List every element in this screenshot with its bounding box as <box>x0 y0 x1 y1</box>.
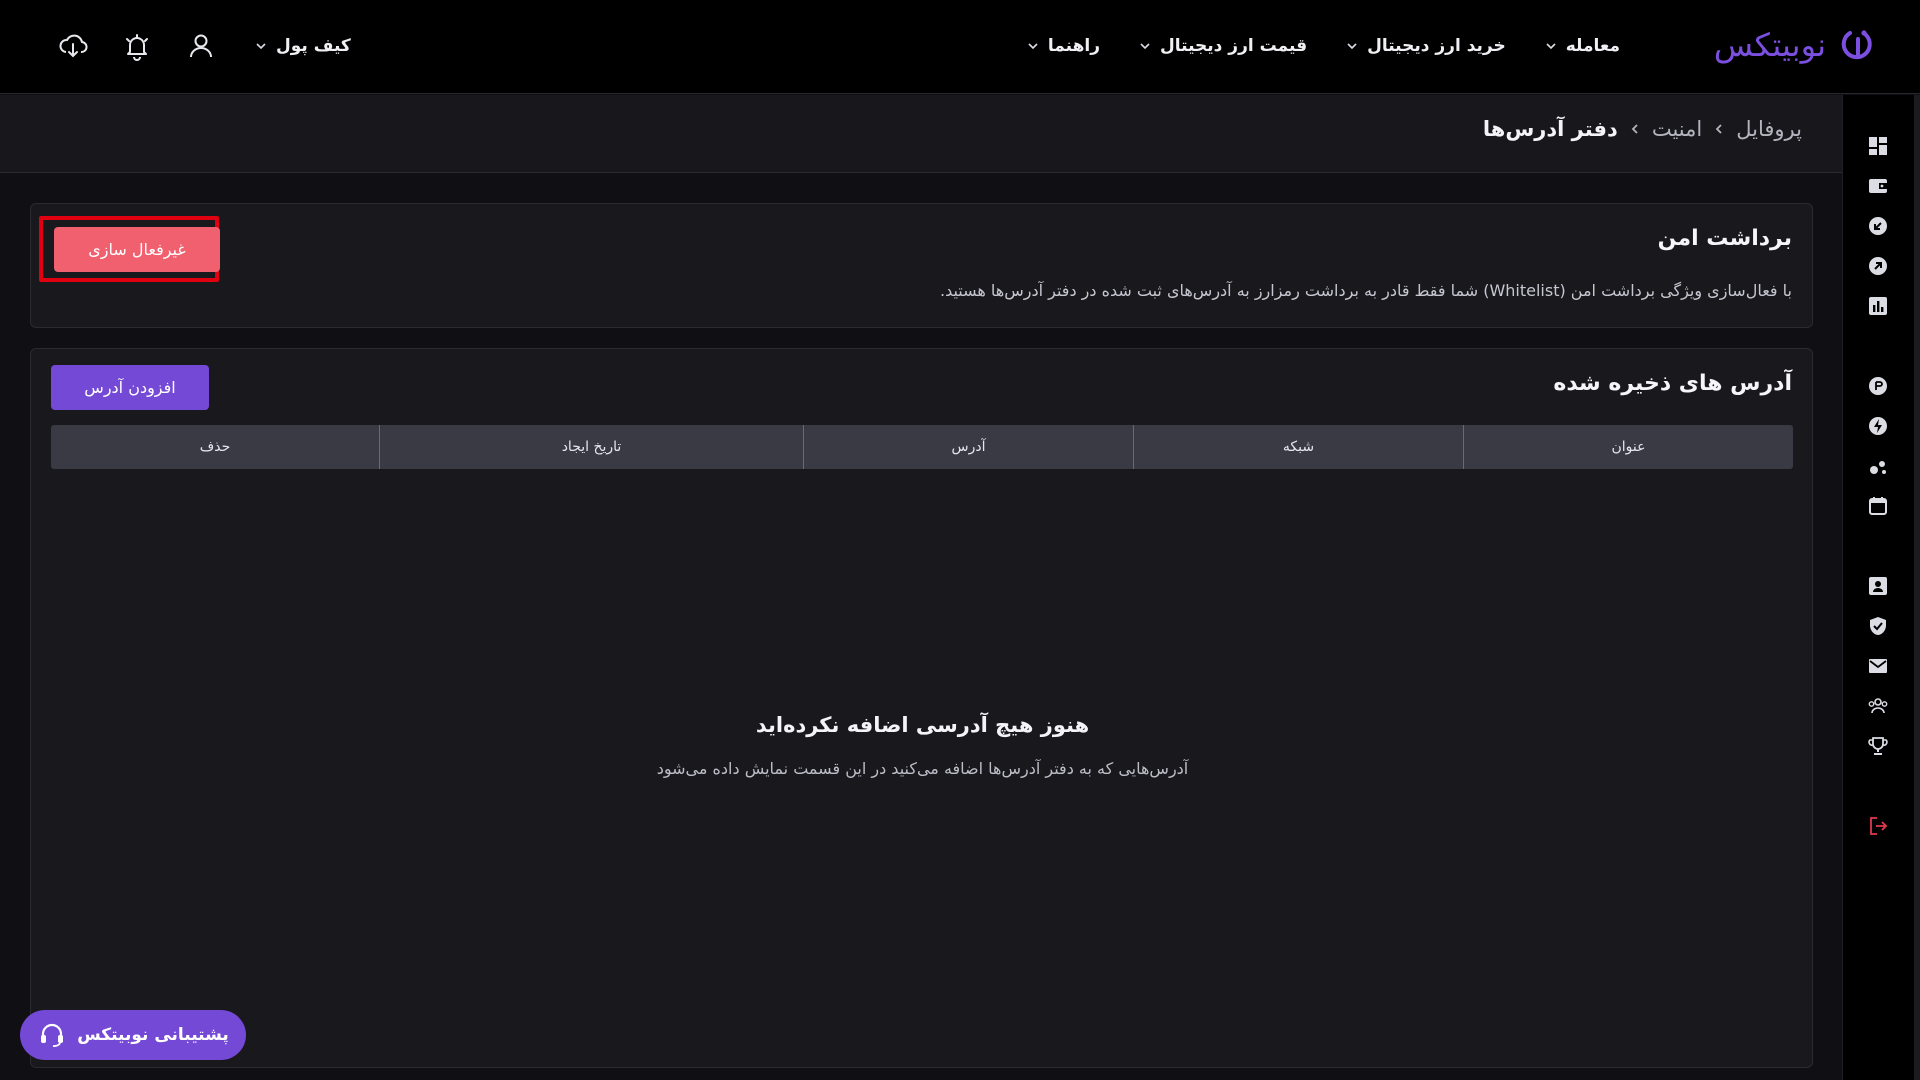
chart-icon <box>1869 297 1887 315</box>
main-nav: معامله خرید ارز دیجیتال قیمت ارز دیجیتال… <box>1026 28 1620 64</box>
nav-guide[interactable]: راهنما <box>1026 36 1100 56</box>
calendar-icon <box>1869 497 1887 515</box>
support-label: پشتیبانی نوبیتکس <box>77 1025 229 1045</box>
nobitex-logo-icon <box>1841 30 1872 60</box>
staking-icon <box>1870 461 1886 474</box>
chevron-down-icon <box>1028 43 1038 50</box>
users-group-icon <box>1868 698 1888 714</box>
sidebar-item-deposit[interactable] <box>1865 213 1891 239</box>
breadcrumb-profile[interactable]: پروفایل <box>1736 117 1802 141</box>
wallet-label: کیف پول <box>276 36 351 56</box>
deactivate-button[interactable]: غیرفعال سازی <box>54 227 220 272</box>
dashboard-icon <box>1869 137 1887 155</box>
saved-addresses-card: آدرس های ذخیره شده افزودن آدرس عنوان شبک… <box>30 348 1813 1068</box>
sidebar-item-messages[interactable] <box>1865 653 1891 679</box>
wallet-icon <box>1869 179 1887 193</box>
sidebar-scrollbar[interactable] <box>1914 95 1920 1080</box>
secure-withdraw-description: با فعال‌سازی ویژگی برداشت امن (Whitelist… <box>939 281 1792 300</box>
chevron-down-icon <box>1347 43 1357 50</box>
nav-guide-label: راهنما <box>1047 36 1100 56</box>
empty-state-subtitle: آدرس‌هایی که به دفتر آدرس‌ها اضافه می‌کن… <box>656 759 1189 778</box>
user-icon <box>190 34 212 58</box>
logout-icon <box>1870 817 1888 835</box>
breadcrumb-address-book: دفتر آدرس‌ها <box>1482 117 1618 141</box>
deactivate-highlight-frame: غیرفعال سازی <box>39 216 220 282</box>
chevron-left-icon <box>1715 124 1722 134</box>
id-card-icon <box>1869 577 1887 595</box>
bell-icon <box>126 34 148 61</box>
nav-trade-label: معامله <box>1565 36 1620 56</box>
brand-logo[interactable]: نوبیتکس <box>1714 20 1876 70</box>
chevron-down-icon <box>1546 43 1556 50</box>
logo-text: نوبیتکس <box>1713 26 1826 64</box>
addresses-table-header: عنوان شبکه آدرس تاریخ ایجاد حذف <box>51 425 1793 469</box>
header-tools: کیف پول <box>56 26 351 66</box>
trophy-icon <box>1868 737 1888 755</box>
sidebar-item-staking[interactable] <box>1865 453 1891 479</box>
breadcrumb: پروفایل امنیت دفتر آدرس‌ها <box>1483 117 1802 141</box>
column-title: عنوان <box>1463 425 1793 469</box>
column-address: آدرس <box>803 425 1133 469</box>
sidebar-item-wallet[interactable] <box>1865 173 1891 199</box>
nav-crypto-price[interactable]: قیمت ارز دیجیتال <box>1138 36 1307 56</box>
coin-icon <box>1869 377 1887 395</box>
breadcrumb-security[interactable]: امنیت <box>1652 117 1702 141</box>
deposit-arrow-icon <box>1869 217 1887 235</box>
breadcrumb-bar: پروفایل امنیت دفتر آدرس‌ها <box>0 95 1842 173</box>
secure-withdraw-title: برداشت امن <box>1657 226 1792 251</box>
top-header: نوبیتکس معامله خرید ارز دیجیتال قیمت ارز… <box>0 0 1920 94</box>
sidebar-item-referral[interactable] <box>1865 693 1891 719</box>
sidebar-item-convert[interactable] <box>1865 373 1891 399</box>
column-created-date: تاریخ ایجاد <box>379 425 803 469</box>
chevron-down-icon <box>256 43 266 50</box>
column-network: شبکه <box>1133 425 1463 469</box>
headset-icon <box>37 1020 67 1050</box>
support-chat-button[interactable]: پشتیبانی نوبیتکس <box>20 1010 246 1060</box>
sidebar-item-withdraw[interactable] <box>1865 253 1891 279</box>
side-menu <box>1842 95 1920 1080</box>
saved-addresses-title: آدرس های ذخیره شده <box>1553 371 1792 396</box>
chevron-left-icon <box>1631 124 1638 134</box>
sidebar-item-rewards[interactable] <box>1865 733 1891 759</box>
withdraw-arrow-icon <box>1869 257 1887 275</box>
nav-buy-crypto[interactable]: خرید ارز دیجیتال <box>1345 36 1506 56</box>
mail-icon <box>1869 659 1887 673</box>
sidebar-item-calendar[interactable] <box>1865 493 1891 519</box>
chevron-down-icon <box>1140 43 1150 50</box>
sidebar-item-reports[interactable] <box>1865 293 1891 319</box>
nav-buy-crypto-label: خرید ارز دیجیتال <box>1367 36 1506 56</box>
sidebar-item-profile[interactable] <box>1865 573 1891 599</box>
wallet-menu[interactable]: کیف پول <box>254 36 351 56</box>
notifications-button[interactable] <box>120 29 154 63</box>
lightning-icon <box>1869 417 1887 435</box>
sidebar-item-lightning[interactable] <box>1865 413 1891 439</box>
sidebar-item-dashboard[interactable] <box>1865 133 1891 159</box>
empty-state-title: هنوز هیچ آدرسی اضافه نکرده‌اید <box>755 713 1090 737</box>
nav-trade[interactable]: معامله <box>1544 36 1620 56</box>
download-app-button[interactable] <box>56 29 90 63</box>
secure-withdraw-card: برداشت امن با فعال‌سازی ویژگی برداشت امن… <box>30 203 1813 328</box>
sidebar-item-logout[interactable] <box>1865 813 1891 839</box>
nav-crypto-price-label: قیمت ارز دیجیتال <box>1160 36 1308 56</box>
shield-check-icon <box>1870 617 1886 635</box>
profile-button[interactable] <box>184 29 218 63</box>
sidebar-item-security[interactable] <box>1865 613 1891 639</box>
add-address-button[interactable]: افزودن آدرس <box>51 365 209 410</box>
cloud-download-icon <box>59 34 88 58</box>
column-delete: حذف <box>199 439 231 455</box>
